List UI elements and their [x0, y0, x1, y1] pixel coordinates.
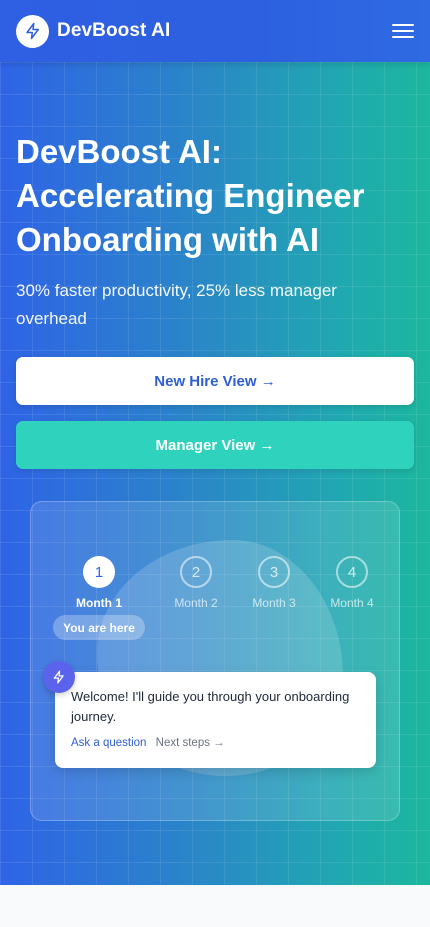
brand-name[interactable]: DevBoost AI — [57, 20, 170, 42]
step-month-3[interactable]: 3 Month 3 — [234, 556, 314, 610]
step-number: 4 — [336, 556, 368, 588]
step-month-1[interactable]: 1 Month 1 — [59, 556, 139, 610]
step-label: Month 1 — [76, 596, 122, 610]
step-number: 3 — [258, 556, 290, 588]
logo[interactable] — [16, 14, 49, 48]
you-are-here-badge: You are here — [53, 615, 145, 640]
hero-section: DevBoost AI: Accelerating Engineer Onboa… — [0, 62, 430, 885]
journey-preview-panel: 1 Month 1 2 Month 2 3 Month 3 4 Month 4 … — [30, 501, 400, 821]
step-number: 2 — [180, 556, 212, 588]
bolt-icon — [53, 670, 64, 684]
new-hire-view-button[interactable]: New Hire View → — [16, 357, 414, 405]
hamburger-menu-icon[interactable] — [392, 22, 414, 40]
next-steps-link[interactable]: Next steps → — [156, 737, 225, 749]
hero-subtitle: 30% faster productivity, 25% less manage… — [16, 281, 337, 328]
bolt-icon — [25, 22, 39, 40]
chat-actions: Ask a question Next steps → — [71, 737, 360, 749]
top-header: DevBoost AI — [0, 0, 430, 62]
assistant-message: Welcome! I'll guide you through your onb… — [71, 689, 350, 724]
step-month-4[interactable]: 4 Month 4 — [312, 556, 392, 610]
assistant-message-card: Welcome! I'll guide you through your onb… — [55, 672, 376, 768]
assistant-avatar — [43, 661, 75, 693]
step-number: 1 — [83, 556, 115, 588]
hero-title: DevBoost AI: Accelerating Engineer Onboa… — [16, 133, 365, 258]
manager-view-button[interactable]: Manager View → — [16, 421, 414, 469]
step-month-2[interactable]: 2 Month 2 — [156, 556, 236, 610]
step-label: Month 4 — [330, 596, 374, 610]
step-label: Month 3 — [252, 596, 296, 610]
step-label: Month 2 — [174, 596, 218, 610]
ask-question-link[interactable]: Ask a question — [71, 737, 146, 749]
